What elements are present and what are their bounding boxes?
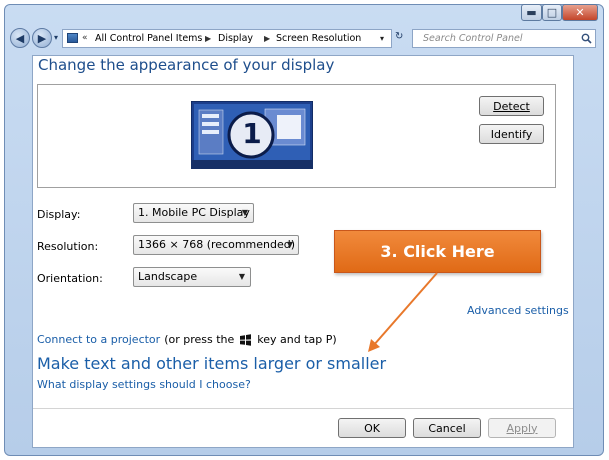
projector-hint-after: key and tap P) xyxy=(257,333,337,346)
breadcrumb-separator-icon[interactable]: ▶ xyxy=(205,34,211,43)
control-panel-icon xyxy=(67,33,78,43)
search-placeholder: Search Control Panel xyxy=(423,33,523,44)
chevron-down-icon: ▼ xyxy=(286,240,293,249)
connect-projector-link[interactable]: Connect to a projector xyxy=(37,333,160,346)
address-dropdown-icon[interactable]: ▾ xyxy=(380,34,384,43)
click-here-callout: 3. Click Here xyxy=(334,230,541,273)
back-arrow-icon: ◀ xyxy=(15,31,25,45)
refresh-icon[interactable]: ↻ xyxy=(395,31,403,42)
minimize-button[interactable]: ▬ xyxy=(521,4,542,21)
apply-button[interactable]: Apply xyxy=(488,418,556,438)
display-label: Display: xyxy=(37,208,81,221)
search-icon[interactable] xyxy=(581,33,592,44)
resolution-select[interactable]: 1366 × 768 (recommended) ▼ xyxy=(133,235,299,255)
display-select-value: 1. Mobile PC Display xyxy=(138,206,250,219)
display-settings-help-link[interactable]: What display settings should I choose? xyxy=(37,378,251,391)
chevron-down-icon: ▼ xyxy=(238,272,245,281)
forward-arrow-icon: ▶ xyxy=(37,31,47,45)
footer-divider xyxy=(33,408,573,409)
projector-hint-before: (or press the xyxy=(164,333,235,346)
monitor-1-thumbnail[interactable]: 1 xyxy=(190,100,314,170)
breadcrumb-all-items[interactable]: All Control Panel Items xyxy=(95,33,202,44)
orientation-select-value: Landscape xyxy=(138,270,198,283)
orientation-label: Orientation: xyxy=(37,272,103,285)
search-input[interactable]: Search Control Panel xyxy=(412,29,596,48)
windows-logo-icon xyxy=(240,333,252,346)
resolution-label: Resolution: xyxy=(37,240,99,253)
display-select[interactable]: 1. Mobile PC Display ▼ xyxy=(133,203,254,223)
cancel-button[interactable]: Cancel xyxy=(413,418,481,438)
advanced-settings-link[interactable]: Advanced settings xyxy=(467,304,569,317)
detect-label: Detect xyxy=(493,99,530,113)
projector-row: Connect to a projector (or press the key… xyxy=(37,333,337,346)
make-text-larger-link[interactable]: Make text and other items larger or smal… xyxy=(37,354,386,373)
resolution-select-value: 1366 × 768 (recommended) xyxy=(138,238,296,251)
identify-label: Identify xyxy=(490,127,533,141)
cancel-label: Cancel xyxy=(428,421,466,435)
ok-button[interactable]: OK xyxy=(338,418,406,438)
overflow-chevron-icon[interactable]: « xyxy=(82,33,88,43)
address-bar[interactable]: « All Control Panel Items ▶ Display ▶ Sc… xyxy=(62,29,392,48)
maximize-button[interactable]: □ xyxy=(542,4,562,21)
forward-button[interactable]: ▶ xyxy=(32,28,52,48)
breadcrumb-separator-icon[interactable]: ▶ xyxy=(264,34,270,43)
back-button[interactable]: ◀ xyxy=(10,28,30,48)
apply-label: Apply xyxy=(506,421,538,435)
page-title: Change the appearance of your display xyxy=(38,56,335,74)
callout-text: 3. Click Here xyxy=(380,242,495,261)
chevron-down-icon: ▼ xyxy=(241,208,248,217)
breadcrumb-screen-resolution[interactable]: Screen Resolution xyxy=(276,33,361,44)
recent-pages-icon[interactable]: ▾ xyxy=(54,33,58,42)
orientation-select[interactable]: Landscape ▼ xyxy=(133,267,251,287)
detect-button[interactable]: Detect xyxy=(479,96,544,116)
close-button[interactable]: ✕ xyxy=(562,4,598,21)
ok-label: OK xyxy=(364,421,380,435)
monitor-number: 1 xyxy=(242,117,262,150)
breadcrumb-display[interactable]: Display xyxy=(218,33,253,44)
identify-button[interactable]: Identify xyxy=(479,124,544,144)
